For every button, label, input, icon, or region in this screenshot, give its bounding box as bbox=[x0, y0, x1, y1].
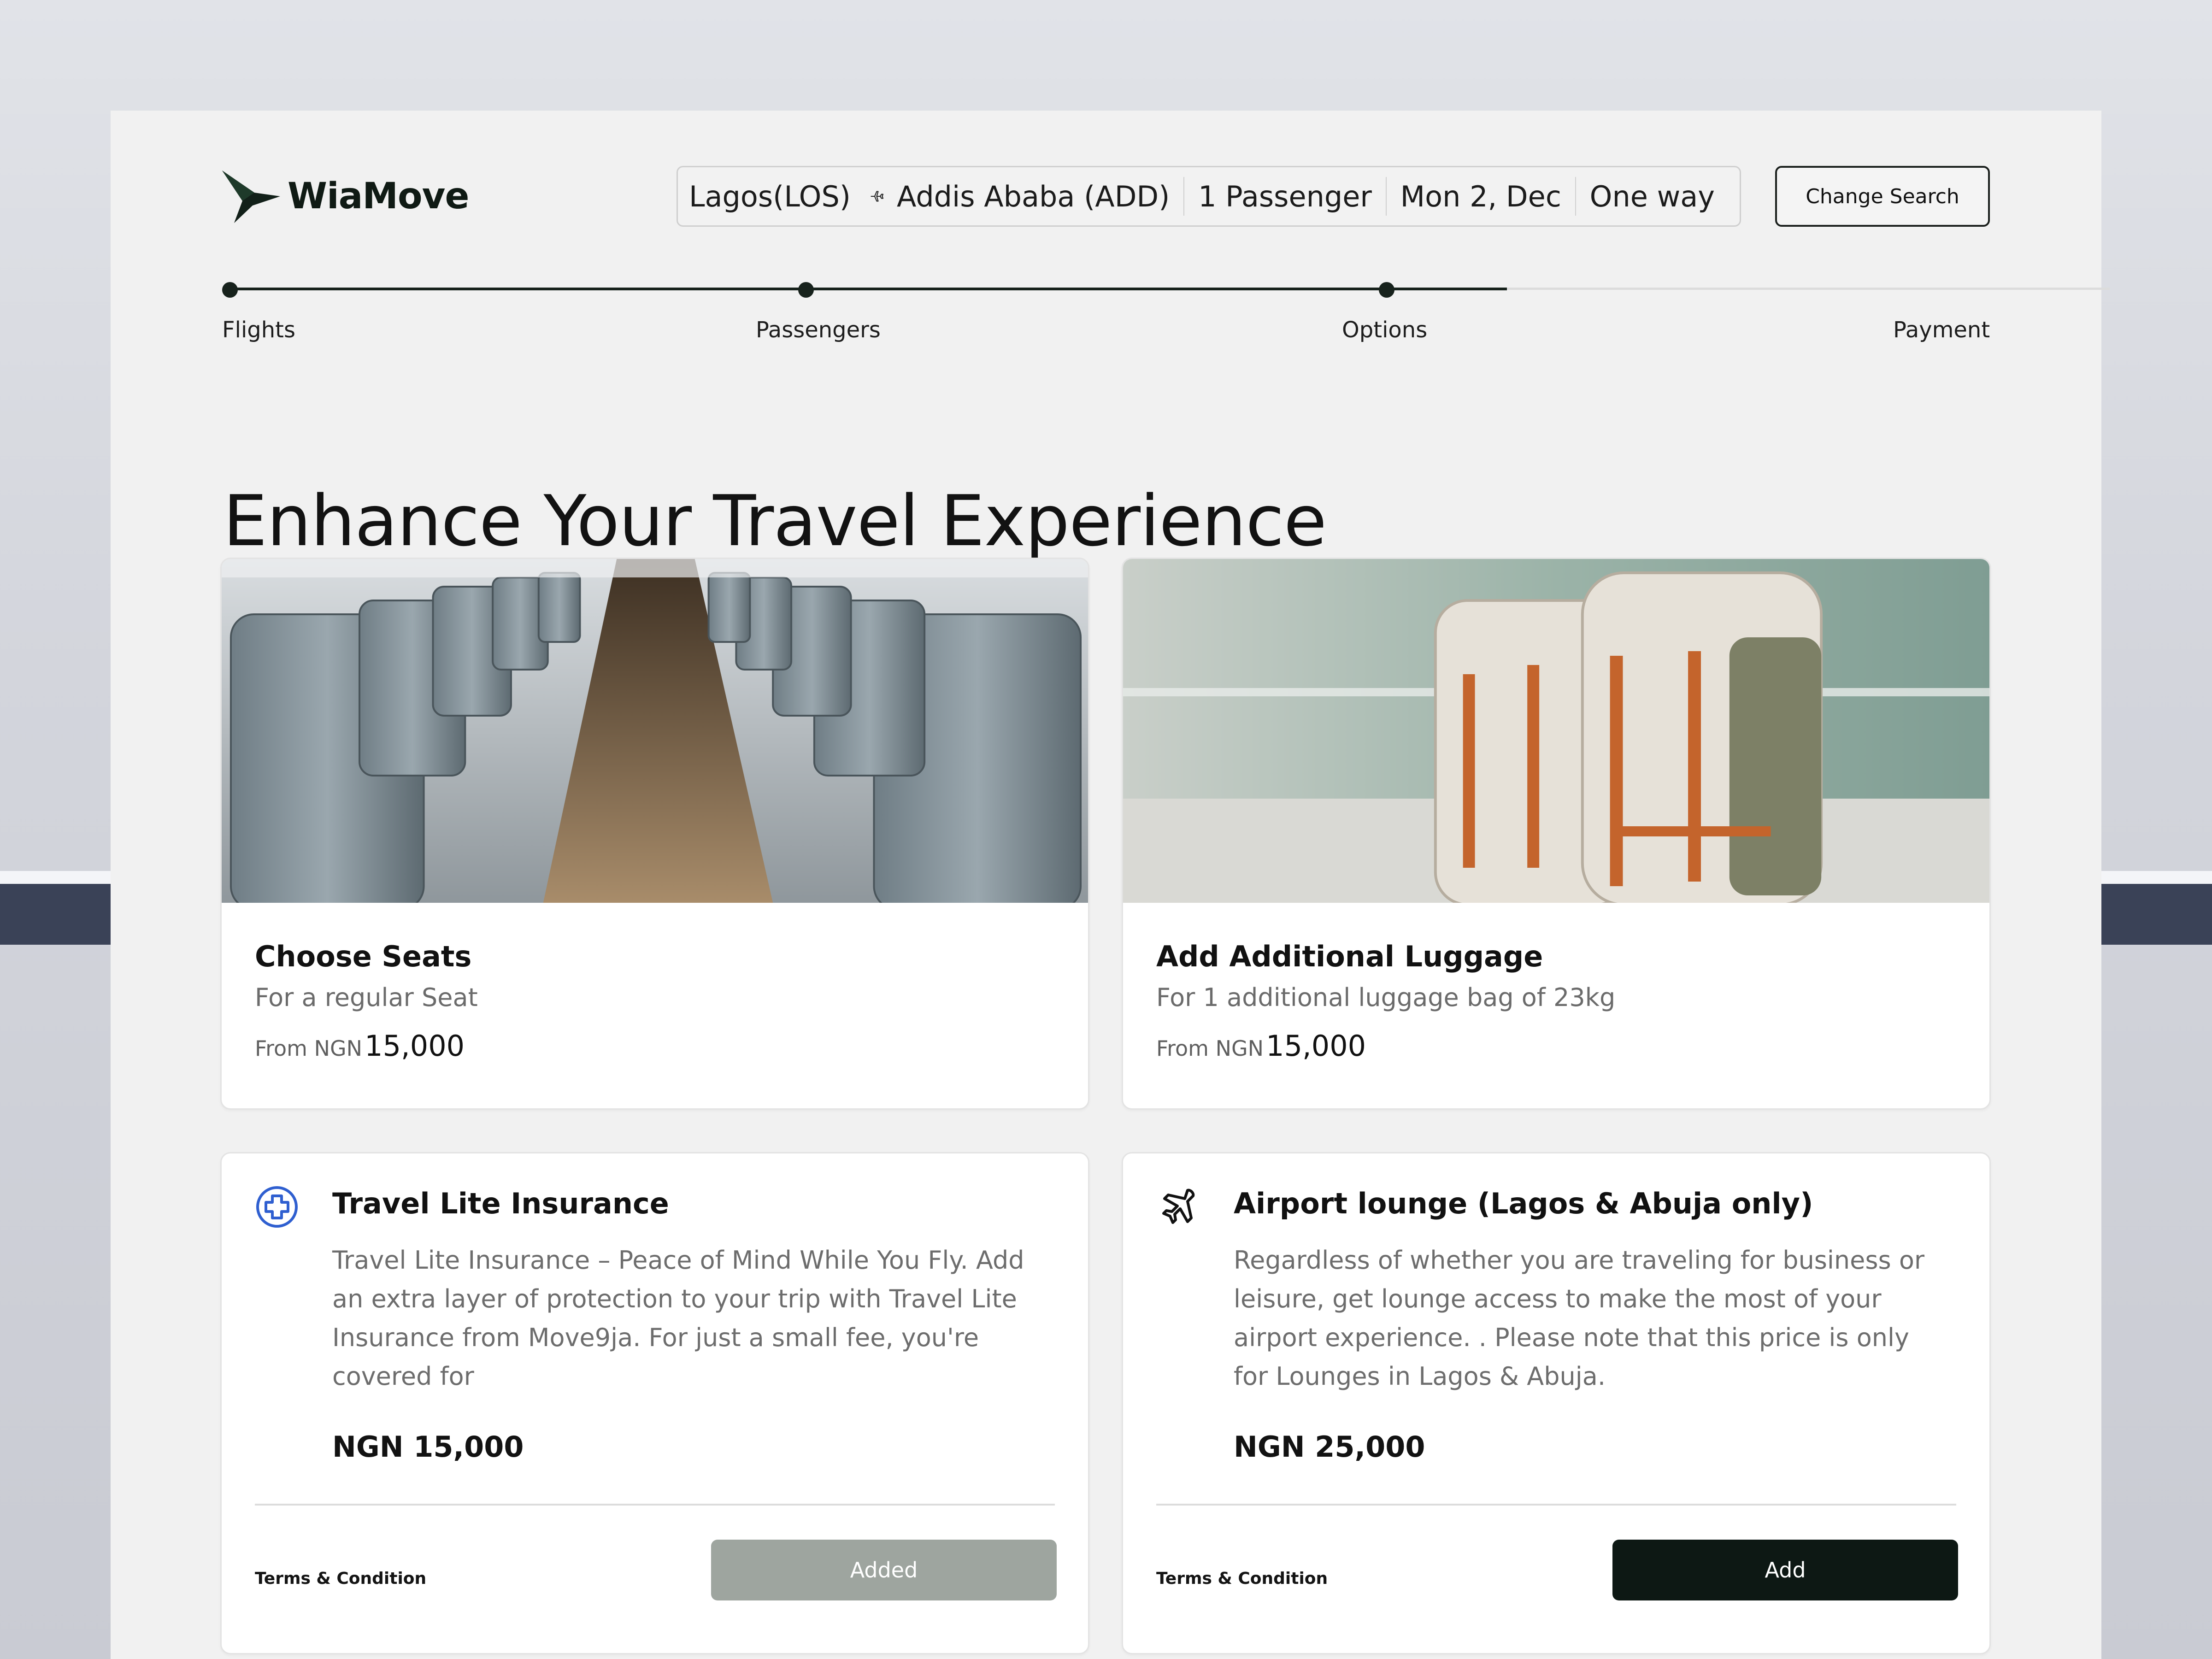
card-price: From NGN 15,000 bbox=[1156, 1029, 1366, 1063]
card-title: Add Additional Luggage bbox=[1156, 940, 1543, 973]
change-search-button[interactable]: Change Search bbox=[1775, 166, 1990, 227]
step-label-flights[interactable]: Flights bbox=[222, 317, 295, 343]
step-dot-passengers[interactable] bbox=[798, 282, 814, 298]
option-description: Regardless of whether you are traveling … bbox=[1234, 1246, 1925, 1391]
terms-link[interactable]: Terms & Condition bbox=[1156, 1569, 1328, 1588]
step-label-payment: Payment bbox=[1893, 317, 1990, 343]
card-price: From NGN 15,000 bbox=[255, 1029, 465, 1063]
page-title: Enhance Your Travel Experience bbox=[223, 480, 1327, 562]
booking-panel: WiaMove Lagos(LOS) Addis Ababa (ADD) 1 P… bbox=[111, 111, 2110, 1659]
step-label-options[interactable]: Options bbox=[1342, 317, 1427, 343]
card-subtitle: For a regular Seat bbox=[255, 983, 478, 1012]
step-dot-options[interactable] bbox=[1379, 282, 1394, 298]
progress-track-completed bbox=[229, 288, 1507, 290]
added-button[interactable]: Added bbox=[711, 1540, 1057, 1600]
destination-text: Addis Ababa (ADD) bbox=[897, 179, 1170, 213]
airplane-icon bbox=[1162, 1188, 1195, 1224]
date-text: Mon 2, Dec bbox=[1400, 179, 1561, 213]
background-window-left bbox=[0, 871, 111, 945]
option-description: Travel Lite Insurance – Peace of Mind Wh… bbox=[332, 1246, 1024, 1391]
step-dot-flights[interactable] bbox=[222, 282, 238, 298]
price-value: 15,000 bbox=[365, 1029, 465, 1063]
travel-insurance-card: Travel Lite Insurance Travel Lite Insura… bbox=[220, 1152, 1089, 1654]
airport-lounge-card: Airport lounge (Lagos & Abuja only) Rega… bbox=[1122, 1152, 1991, 1654]
add-button[interactable]: Add bbox=[1612, 1540, 1958, 1600]
origin-text: Lagos(LOS) bbox=[689, 179, 851, 213]
bird-logo-icon bbox=[222, 171, 280, 223]
background-window-right bbox=[2101, 871, 2212, 945]
terms-link[interactable]: Terms & Condition bbox=[255, 1569, 426, 1588]
option-title: Airport lounge (Lagos & Abuja only) bbox=[1234, 1187, 1813, 1220]
option-price: NGN 25,000 bbox=[1234, 1430, 1425, 1464]
additional-luggage-card[interactable]: Add Additional Luggage For 1 additional … bbox=[1122, 558, 1991, 1110]
price-prefix: From NGN bbox=[1156, 1036, 1264, 1061]
card-subtitle: For 1 additional luggage bag of 23kg bbox=[1156, 983, 1616, 1012]
step-label-passengers[interactable]: Passengers bbox=[756, 317, 881, 343]
option-title: Travel Lite Insurance bbox=[332, 1187, 669, 1220]
brand-logo[interactable]: WiaMove bbox=[221, 169, 469, 224]
plane-route-icon bbox=[871, 191, 884, 202]
price-prefix: From NGN bbox=[255, 1036, 363, 1061]
progress-track-remaining bbox=[1507, 288, 2110, 290]
backpacks-at-airport-photo bbox=[1123, 559, 1989, 903]
passengers-text: 1 Passenger bbox=[1198, 179, 1372, 213]
medical-cross-icon bbox=[256, 1186, 298, 1228]
option-price: NGN 15,000 bbox=[332, 1430, 524, 1464]
card-title: Choose Seats bbox=[255, 940, 472, 973]
price-value: 15,000 bbox=[1266, 1029, 1366, 1063]
divider bbox=[255, 1504, 1055, 1506]
brand-name: WiaMove bbox=[288, 176, 469, 217]
trip-type-text: One way bbox=[1589, 179, 1715, 213]
search-summary-bar[interactable]: Lagos(LOS) Addis Ababa (ADD) 1 Passenger… bbox=[677, 166, 1741, 227]
divider bbox=[1156, 1504, 1956, 1506]
airplane-seats-photo bbox=[222, 559, 1088, 903]
seat-selection-card[interactable]: Choose Seats For a regular Seat From NGN… bbox=[220, 558, 1089, 1110]
